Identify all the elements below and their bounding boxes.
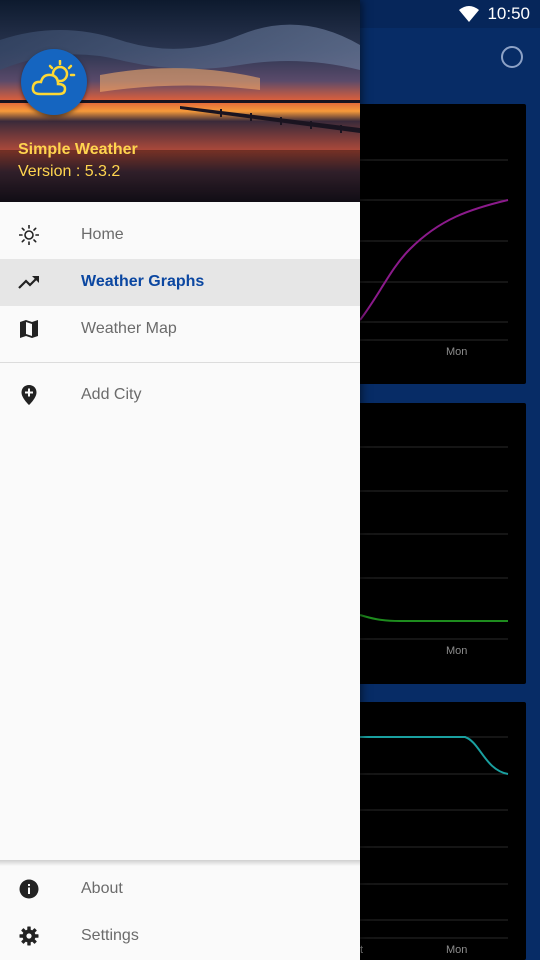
- nav-label-settings: Settings: [81, 927, 139, 944]
- nav-label-weather-graphs: Weather Graphs: [81, 273, 205, 290]
- gear-icon: [18, 925, 40, 947]
- nav-item-add-city[interactable]: Add City: [0, 372, 360, 419]
- nav-divider: [0, 362, 360, 363]
- map-icon: [18, 318, 40, 340]
- graph-card-2: Mon: [340, 403, 526, 684]
- status-time: 10:50: [487, 4, 530, 23]
- nav-item-weather-map[interactable]: Weather Map: [0, 306, 360, 353]
- graph-3-partial-label: t: [360, 944, 364, 956]
- sun-icon: [18, 224, 40, 246]
- navigation-drawer[interactable]: Simple Weather Version : 5.3.2 Home Weat…: [0, 0, 360, 960]
- graph-2-axis-label: Mon: [446, 645, 468, 657]
- refresh-circle-icon[interactable]: [501, 46, 523, 68]
- app-name: Simple Weather: [18, 141, 138, 158]
- nav-label-about: About: [81, 880, 123, 897]
- nav-item-settings[interactable]: Settings: [0, 913, 360, 960]
- nav-label-weather-map: Weather Map: [81, 320, 177, 337]
- add-location-icon: [18, 384, 40, 406]
- graph-2: [340, 446, 508, 640]
- nav-item-weather-graphs[interactable]: Weather Graphs: [0, 259, 360, 306]
- nav-label-add-city: Add City: [81, 386, 142, 403]
- drawer-header: Simple Weather Version : 5.3.2: [0, 0, 360, 202]
- graph-1: [340, 159, 509, 341]
- nav-item-home[interactable]: Home: [0, 212, 360, 259]
- nav-label-home: Home: [81, 226, 124, 243]
- trending-up-icon: [18, 271, 40, 293]
- app-logo: [21, 49, 87, 115]
- graph-3-axis-label: Mon: [446, 944, 468, 956]
- graph-3: [340, 736, 509, 939]
- graph-1-axis-label: Mon: [446, 346, 468, 358]
- app-version: Version : 5.3.2: [18, 163, 121, 180]
- wifi-icon: [459, 6, 480, 22]
- info-icon: [18, 878, 40, 900]
- graph-card-3: t Mon: [340, 702, 526, 960]
- graph-card-1: Mon: [340, 104, 526, 384]
- nav-item-about[interactable]: About: [0, 866, 360, 913]
- cloud-sun-icon: [30, 59, 78, 105]
